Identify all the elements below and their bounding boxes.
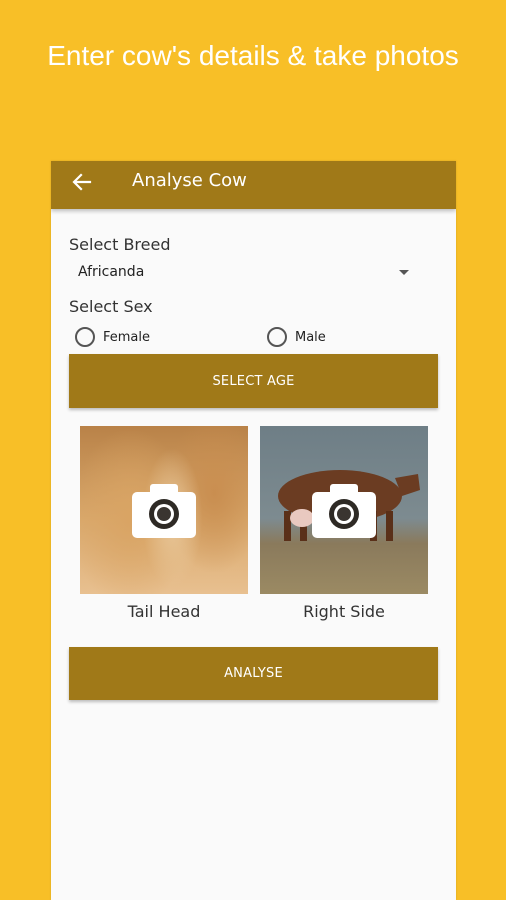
app-bar-title: Analyse Cow: [132, 170, 247, 191]
radio-unchecked-icon: [267, 327, 287, 347]
select-breed-label: Select Breed: [69, 235, 171, 254]
app-bar: Analyse Cow: [51, 161, 456, 209]
tail-head-photo[interactable]: [80, 426, 248, 594]
radio-male[interactable]: Male: [267, 326, 326, 348]
breed-dropdown[interactable]: Africanda: [69, 259, 422, 287]
radio-female-label: Female: [103, 329, 151, 345]
app-screen: Analyse Cow Select Breed Africanda Selec…: [51, 161, 456, 900]
breed-selected-value: Africanda: [78, 264, 145, 280]
promo-headline: Enter cow's details & take photos: [47, 40, 459, 71]
radio-male-label: Male: [295, 329, 326, 345]
dropdown-arrow-icon: [399, 270, 409, 275]
tail-head-caption: Tail Head: [127, 602, 201, 621]
select-age-button[interactable]: SELECT AGE: [69, 354, 438, 408]
camera-icon: [312, 484, 376, 538]
analyse-button[interactable]: ANALYSE: [69, 647, 438, 700]
radio-female[interactable]: Female: [75, 326, 150, 348]
radio-unchecked-icon: [75, 327, 95, 347]
select-sex-label: Select Sex: [69, 297, 153, 316]
back-button[interactable]: [68, 168, 96, 196]
arrow-left-icon: [72, 173, 92, 191]
right-side-caption: Right Side: [303, 602, 385, 621]
right-side-photo[interactable]: [260, 426, 428, 594]
camera-icon: [132, 484, 196, 538]
